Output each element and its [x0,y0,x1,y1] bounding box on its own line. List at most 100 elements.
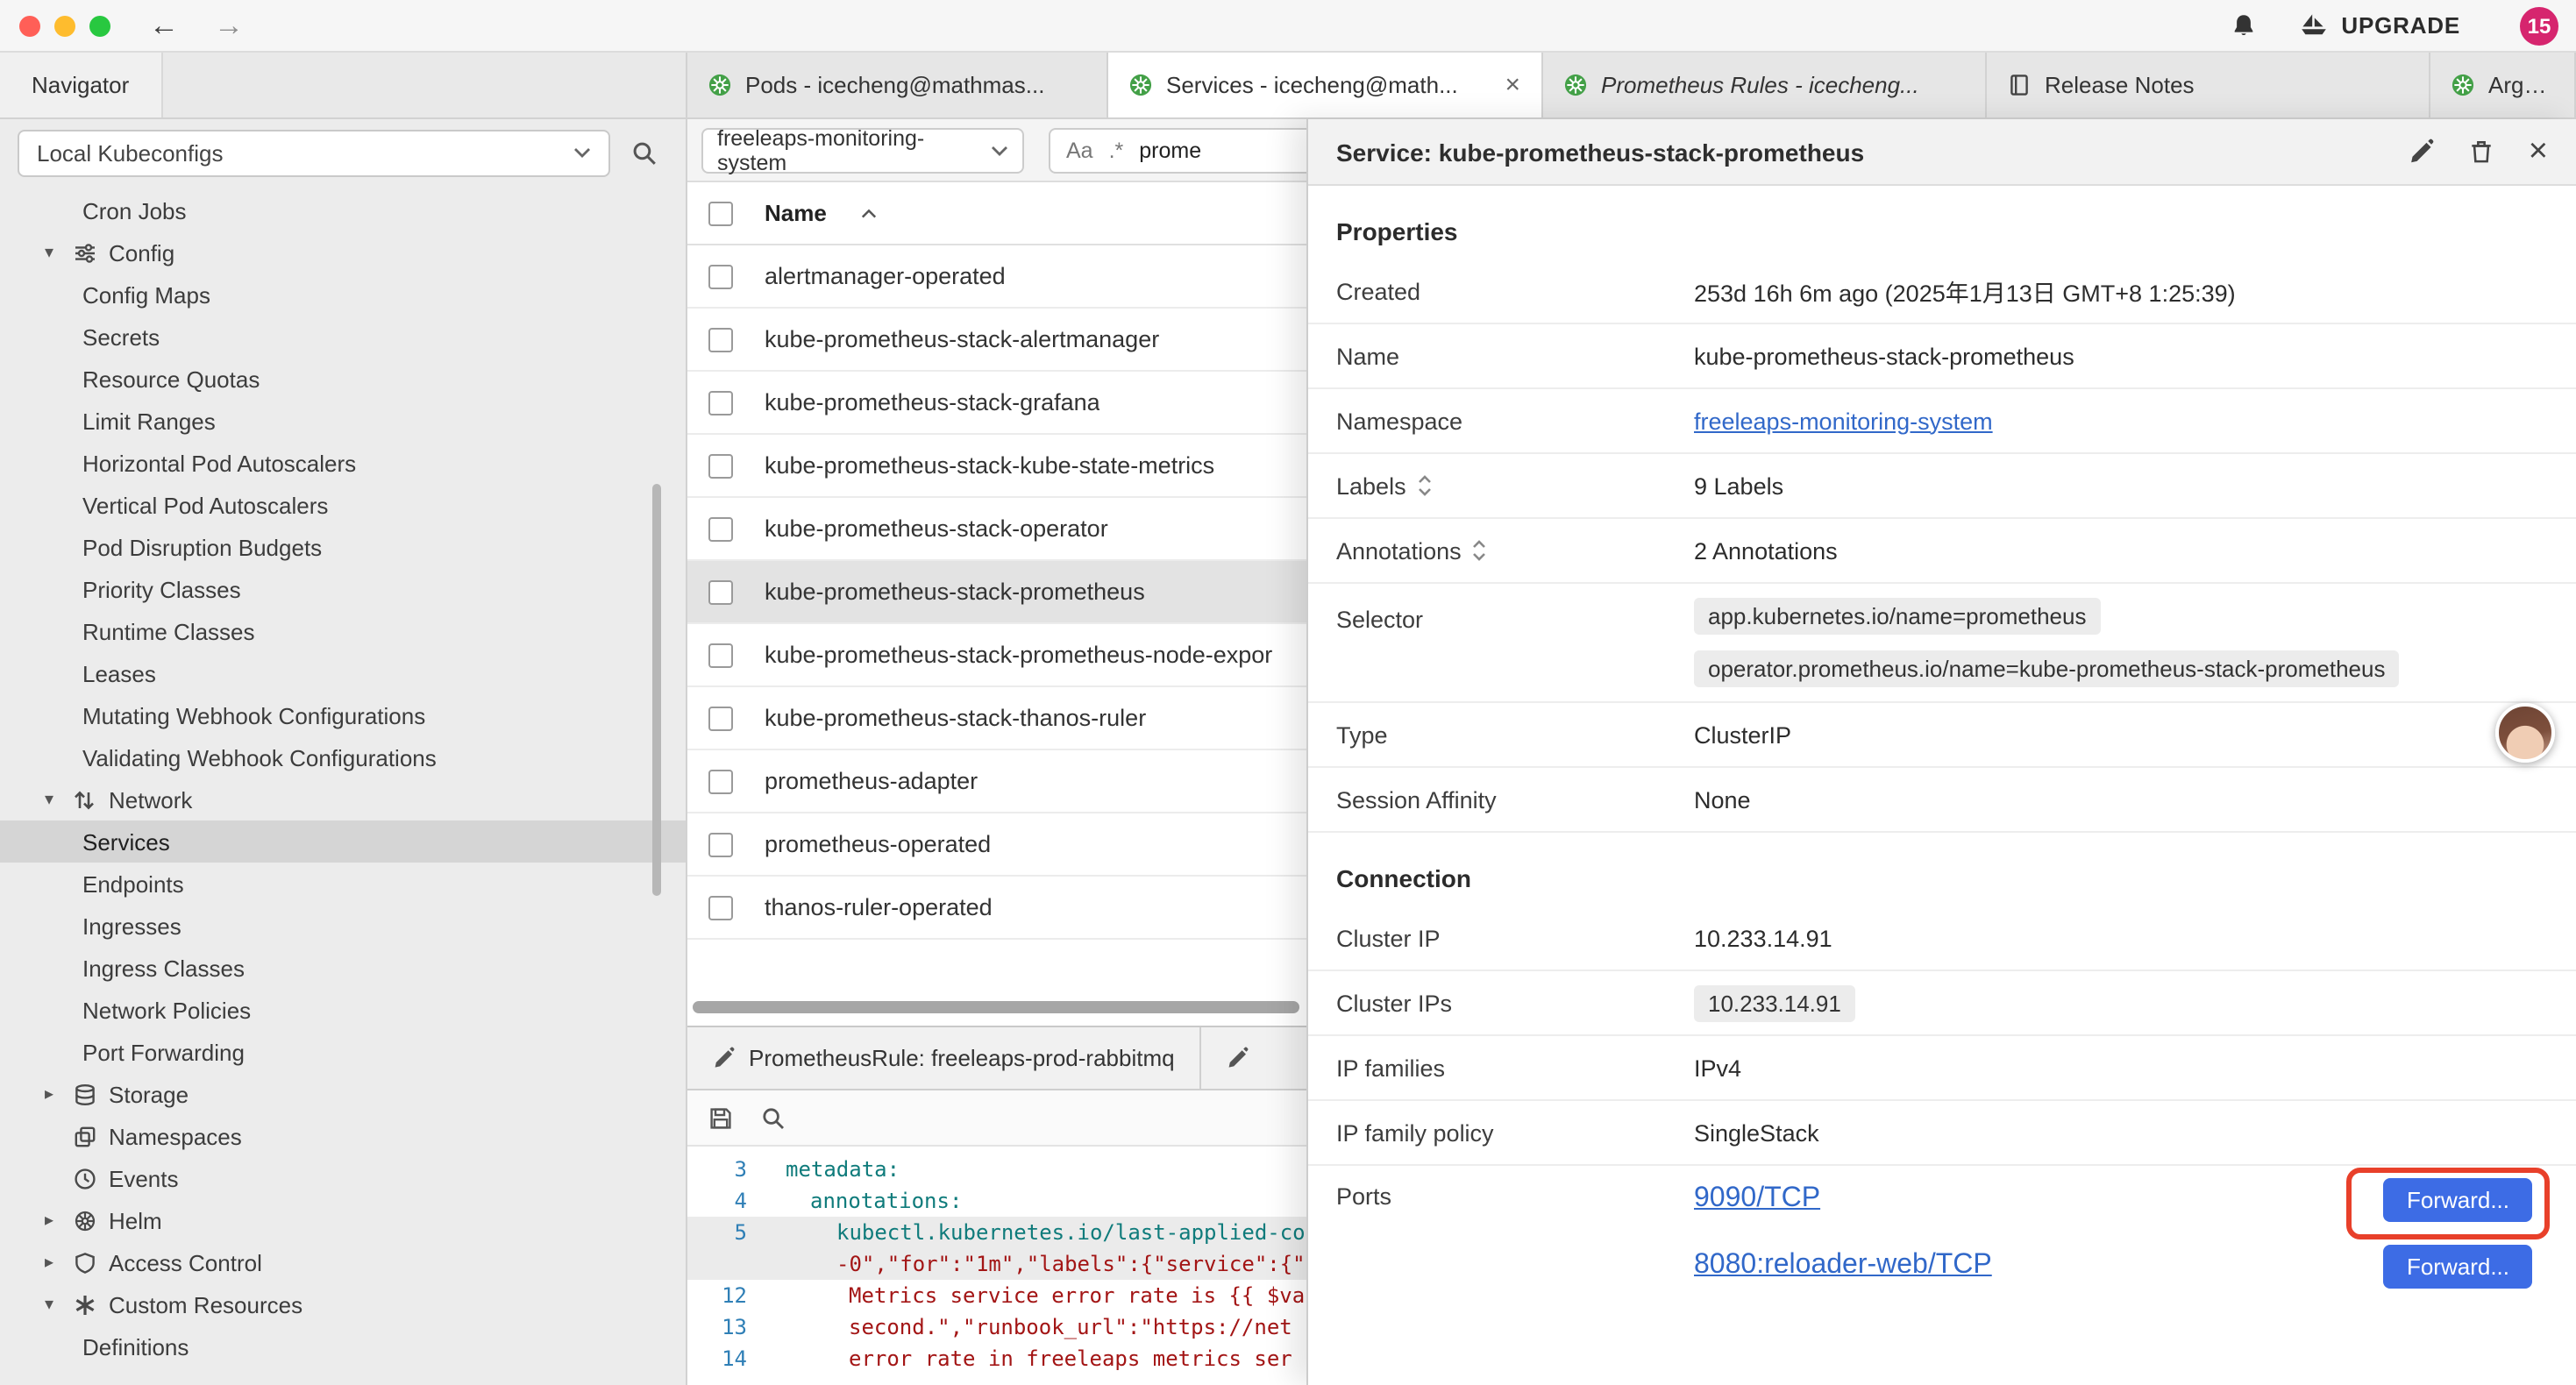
expand-updown-icon[interactable] [1417,475,1433,496]
back-arrow-icon[interactable]: ← [149,8,179,43]
namespace-link[interactable]: freeleaps-monitoring-system [1694,408,1993,434]
tab-services[interactable]: Services - icecheng@math... × [1108,53,1543,117]
property-value: None [1694,786,1751,813]
sidebar-item-cron-jobs[interactable]: Cron Jobs [0,189,686,231]
chevron-down-icon [991,145,1008,155]
forward-port-button[interactable]: Forward... [2384,1244,2532,1288]
row-checkbox[interactable] [708,390,733,415]
sidebar-item-limit-ranges[interactable]: Limit Ranges [0,400,686,442]
select-all-checkbox[interactable] [708,201,733,225]
row-checkbox[interactable] [708,832,733,856]
sidebar-item-config-maps[interactable]: Config Maps [0,273,686,316]
close-window-button[interactable] [19,15,40,36]
clock-icon [70,1167,98,1190]
sidebar-item-leases[interactable]: Leases [0,652,686,694]
sidebar-item-endpoints[interactable]: Endpoints [0,863,686,905]
property-row-cluster-ips: Cluster IPs 10.233.14.91 [1308,971,2576,1036]
properties-section-heading: Properties [1308,186,2576,259]
row-checkbox[interactable] [708,895,733,920]
sidebar-group-custom-resources[interactable]: ▾ Custom Resources [0,1283,686,1325]
sidebar-item-label: Vertical Pod Autoscalers [82,492,328,518]
expand-updown-icon[interactable] [1472,540,1488,561]
close-drawer-icon[interactable]: × [2529,135,2548,168]
search-icon[interactable] [631,139,658,166]
sidebar-item-namespaces[interactable]: Namespaces [0,1115,686,1157]
sidebar-item-secrets[interactable]: Secrets [0,316,686,358]
sidebar-group-config[interactable]: ▾ Config [0,231,686,273]
sidebar-item-services[interactable]: Services [0,820,686,863]
row-checkbox[interactable] [708,769,733,793]
row-checkbox[interactable] [708,453,733,478]
regex-toggle[interactable]: .* [1109,138,1124,162]
service-name: kube-prometheus-stack-thanos-ruler [765,705,1146,731]
tab-prometheus-rules[interactable]: Prometheus Rules - icecheng... [1543,53,1987,117]
notifications-bell-icon[interactable] [2231,11,2257,39]
upgrade-button[interactable]: UPGRADE [2299,12,2460,39]
sort-ascending-icon[interactable] [862,208,878,218]
property-row-labels: Labels 9 Labels [1308,454,2576,519]
sidebar-item-events[interactable]: Events [0,1157,686,1199]
dock-tab-prometheusrule[interactable]: PrometheusRule: freeleaps-prod-rabbitmq [687,1027,1201,1089]
save-icon[interactable] [708,1105,733,1130]
property-value: 9 Labels [1694,472,1783,499]
sidebar-item-port-forwarding[interactable]: Port Forwarding [0,1031,686,1073]
sidebar-item-pod-disruption-budgets[interactable]: Pod Disruption Budgets [0,526,686,568]
port-link[interactable]: 8080:reloader-web/TCP [1694,1250,1992,1282]
sidebar-group-access-control[interactable]: ▸ Access Control [0,1241,686,1283]
sidebar-item-resource-quotas[interactable]: Resource Quotas [0,358,686,400]
sidebar-item-definitions[interactable]: Definitions [0,1325,686,1367]
minimize-window-button[interactable] [54,15,75,36]
sidebar-item-ingress-classes[interactable]: Ingress Classes [0,947,686,989]
row-checkbox[interactable] [708,643,733,667]
service-name: prometheus-operated [765,831,991,857]
tab-release-notes[interactable]: Release Notes [1987,53,2430,117]
sidebar-item-horizontal-pod-autoscalers[interactable]: Horizontal Pod Autoscalers [0,442,686,484]
forward-port-button[interactable]: Forward... [2384,1177,2532,1221]
upgrade-label: UPGRADE [2341,12,2460,39]
kubeconfig-dropdown[interactable]: Local Kubeconfigs [18,129,610,176]
match-case-toggle[interactable]: Aa [1066,138,1093,162]
sidebar-group-helm[interactable]: ▸ Helm [0,1199,686,1241]
sidebar-item-mutating-webhook-configurations[interactable]: Mutating Webhook Configurations [0,694,686,736]
user-avatar[interactable] [2495,703,2555,763]
sidebar-item-label: Priority Classes [82,576,241,602]
search-icon[interactable] [761,1105,786,1130]
sidebar-scrollbar[interactable] [652,484,661,896]
dock-tab-partial[interactable] [1201,1027,1324,1089]
maximize-window-button[interactable] [89,15,110,36]
sidebar-item-validating-webhook-configurations[interactable]: Validating Webhook Configurations [0,736,686,778]
row-checkbox[interactable] [708,327,733,352]
sidebar-item-runtime-classes[interactable]: Runtime Classes [0,610,686,652]
row-checkbox[interactable] [708,706,733,730]
sidebar-group-network[interactable]: ▾ Network [0,778,686,820]
sidebar-item-label: Cron Jobs [82,197,187,224]
delete-trash-icon[interactable] [2469,138,2494,165]
port-link[interactable]: 9090/TCP [1694,1183,1820,1215]
sidebar-item-label: Custom Resources [109,1291,302,1318]
tab-navigator[interactable]: Navigator [0,53,162,117]
sidebar-item-ingresses[interactable]: Ingresses [0,905,686,947]
sidebar-item-priority-classes[interactable]: Priority Classes [0,568,686,610]
row-checkbox[interactable] [708,264,733,288]
upgrade-ship-icon [2299,12,2329,39]
sidebar-group-storage[interactable]: ▸ Storage [0,1073,686,1115]
property-row-cluster-ip: Cluster IP 10.233.14.91 [1308,906,2576,971]
dock-tab-label: PrometheusRule: freeleaps-prod-rabbitmq [749,1045,1175,1071]
namespace-dropdown-value: freeleaps-monitoring-system [717,125,980,174]
sidebar-item-network-policies[interactable]: Network Policies [0,989,686,1031]
close-tab-icon[interactable]: × [1505,72,1520,98]
edit-pencil-icon[interactable] [2408,138,2434,165]
tab-argo[interactable]: Argo Se [2430,53,2576,117]
row-checkbox[interactable] [708,516,733,541]
sidebar-item-vertical-pod-autoscalers[interactable]: Vertical Pod Autoscalers [0,484,686,526]
code-text: kubectl.kubernetes.io/last-applied-co [772,1220,1306,1245]
tab-pods[interactable]: Pods - icecheng@mathmas... [687,53,1108,117]
name-column-header[interactable]: Name [765,200,827,226]
notification-count-badge[interactable]: 15 [2520,6,2558,45]
service-name: thanos-ruler-operated [765,894,993,920]
forward-arrow-icon[interactable]: → [214,8,244,43]
namespace-dropdown[interactable]: freeleaps-monitoring-system [701,127,1024,173]
row-checkbox[interactable] [708,579,733,604]
horizontal-scrollbar[interactable] [693,1001,1299,1013]
pencil-icon [1226,1047,1249,1069]
